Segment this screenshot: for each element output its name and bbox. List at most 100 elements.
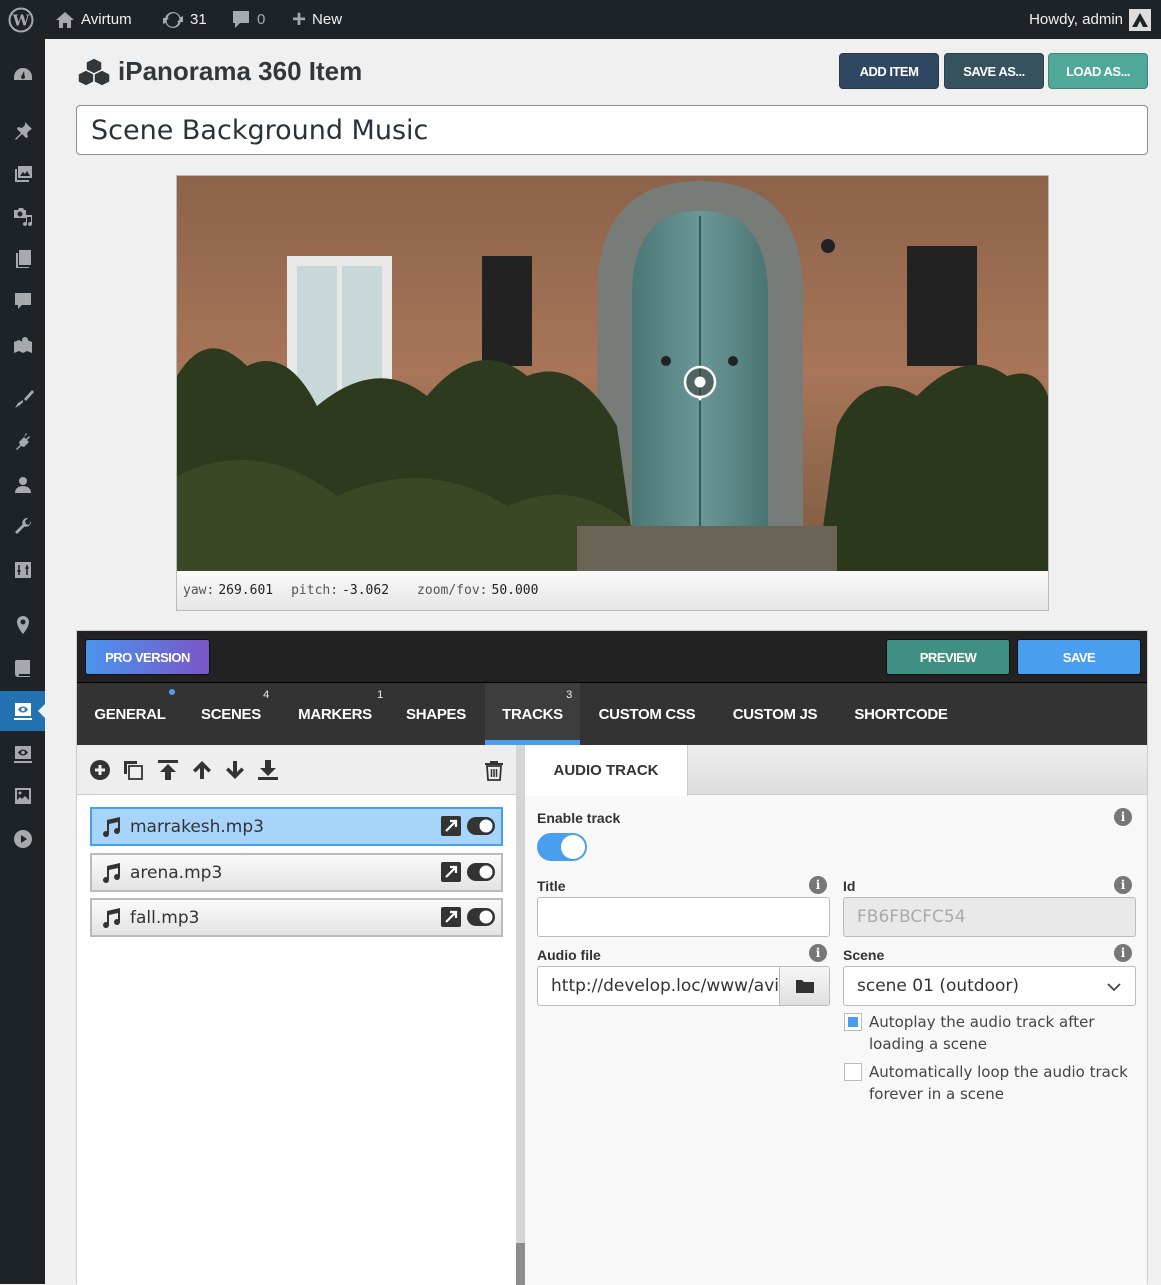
scrollbar-thumb[interactable] [516,1243,525,1285]
sidebar-item-settings[interactable] [0,550,45,590]
autoplay-checkbox[interactable] [844,1013,862,1031]
track-item[interactable]: fall.mp3 [90,898,503,937]
updates-link[interactable]: 31 [162,0,207,39]
move-up-button[interactable] [189,757,215,783]
tab-custom-css[interactable]: CUSTOM CSS [593,683,701,745]
sidebar-item-book[interactable] [0,648,45,688]
item-name-input[interactable]: Scene Background Music [76,105,1148,155]
enable-track-toggle[interactable] [537,833,587,861]
track-name: fall.mp3 [130,907,200,928]
loop-checkbox[interactable] [844,1063,862,1081]
sidebar-item-plugins[interactable] [0,422,45,462]
camera-music-icon [13,208,32,227]
site-name: Avirtum [81,11,132,28]
wordpress-logo[interactable]: W [8,0,34,39]
add-item-button[interactable]: ADD ITEM [839,53,939,89]
pitch-label: pitch: [291,583,339,598]
tab-label: SHORTCODE [854,705,948,723]
track-toggle-icon[interactable] [467,817,495,835]
info-icon[interactable]: i [809,944,827,962]
info-icon[interactable]: i [809,876,827,894]
new-content-link[interactable]: + New [292,0,342,39]
sidebar-item-appearance[interactable] [0,379,45,419]
wordpress-icon: W [8,7,34,32]
sidebar-item-dashboard[interactable] [0,55,45,95]
tab-custom-js[interactable]: CUSTOM JS [727,683,823,745]
tab-audio-track[interactable]: AUDIO TRACK [525,745,688,796]
track-item[interactable]: marrakesh.mp3 [90,807,503,846]
audio-file-input[interactable]: http://develop.loc/www/avirtum [537,966,780,1006]
tab-label: SHAPES [406,705,466,723]
copy-track-button[interactable] [120,757,146,783]
info-icon[interactable]: i [1114,944,1132,962]
info-icon[interactable]: i [1114,808,1132,826]
copy-icon [124,761,143,780]
music-note-icon [103,816,121,837]
id-input[interactable]: FB6FBCFC54 [843,897,1136,937]
delete-track-button[interactable] [481,757,507,783]
arrow-to-top-icon [158,760,178,780]
external-link-icon[interactable] [441,907,461,927]
id-label: Id [843,878,856,894]
sidebar-item-location[interactable] [0,605,45,645]
comments-count: 0 [257,11,266,28]
coordinates-bar: yaw: 269.601 pitch: -3.062 zoom/fov: 50.… [177,571,1048,610]
info-icon[interactable]: i [1114,876,1132,894]
external-link-icon[interactable] [441,816,461,836]
load-as-button[interactable]: LOAD AS... [1048,53,1148,89]
pro-version-button[interactable]: PRO VERSION [85,639,210,675]
preview-button[interactable]: PREVIEW [886,639,1010,675]
tab-label: TRACKS [502,705,563,723]
external-link-icon[interactable] [441,862,461,882]
track-name: marrakesh.mp3 [130,816,264,837]
sidebar-item-posts[interactable] [0,111,45,151]
sidebar-item-users[interactable] [0,465,45,505]
tab-tracks[interactable]: TRACKS 3 [485,683,580,745]
sidebar-item-media[interactable] [0,154,45,194]
tab-markers[interactable]: MARKERS 1 [287,683,383,745]
sidebar-item-image[interactable] [0,776,45,816]
pitch-value: -3.062 [342,583,390,598]
splitter-scrollbar[interactable] [516,745,525,1285]
sidebar-item-comments[interactable] [0,281,45,321]
comment-icon [233,10,249,28]
move-down-button[interactable] [222,757,248,783]
move-bottom-button[interactable] [255,757,281,783]
sidebar-item-video[interactable] [0,819,45,859]
track-item[interactable]: arena.mp3 [90,853,503,892]
panorama-canvas[interactable] [177,176,1048,571]
tab-shortcode[interactable]: SHORTCODE [849,683,953,745]
sidebar-item-ipanorama-alt[interactable] [0,734,45,774]
browse-audio-button[interactable] [779,966,830,1006]
track-toggle-icon[interactable] [467,908,495,926]
sidebar-item-ipanorama[interactable] [0,691,45,731]
scene-select[interactable]: scene 01 (outdoor) [843,966,1136,1006]
sidebar-item-tools[interactable] [0,507,45,547]
media-icon [14,166,32,182]
plus-circle-icon [90,760,110,780]
add-track-button[interactable] [87,757,113,783]
title-label: Title [537,878,566,894]
new-label: New [312,11,343,28]
properties-tabs: AUDIO TRACK [525,745,1147,796]
comments-link[interactable]: 0 [231,0,265,39]
title-input[interactable] [537,897,830,937]
save-as-button[interactable]: SAVE AS... [944,53,1044,89]
sidebar-item-map[interactable] [0,325,45,365]
marker-hotspot-icon[interactable] [682,364,718,404]
tab-general[interactable]: GENERAL [85,683,175,745]
sidebar-item-pages[interactable] [0,239,45,279]
plugins-icon [15,433,30,450]
tab-scenes[interactable]: SCENES 4 [189,683,273,745]
panorama-image [177,176,1048,571]
move-top-button[interactable] [155,757,181,783]
tab-label: SCENES [201,705,261,723]
tab-shapes[interactable]: SHAPES [397,683,475,745]
save-button[interactable]: SAVE [1017,639,1141,675]
track-toggle-icon[interactable] [467,863,495,881]
avatar [1129,8,1151,31]
tab-label: CUSTOM JS [732,705,818,723]
site-name-link[interactable]: Avirtum [55,0,132,39]
sidebar-item-camera-music[interactable] [0,196,45,236]
account-menu[interactable]: Howdy, admin [1029,0,1151,39]
